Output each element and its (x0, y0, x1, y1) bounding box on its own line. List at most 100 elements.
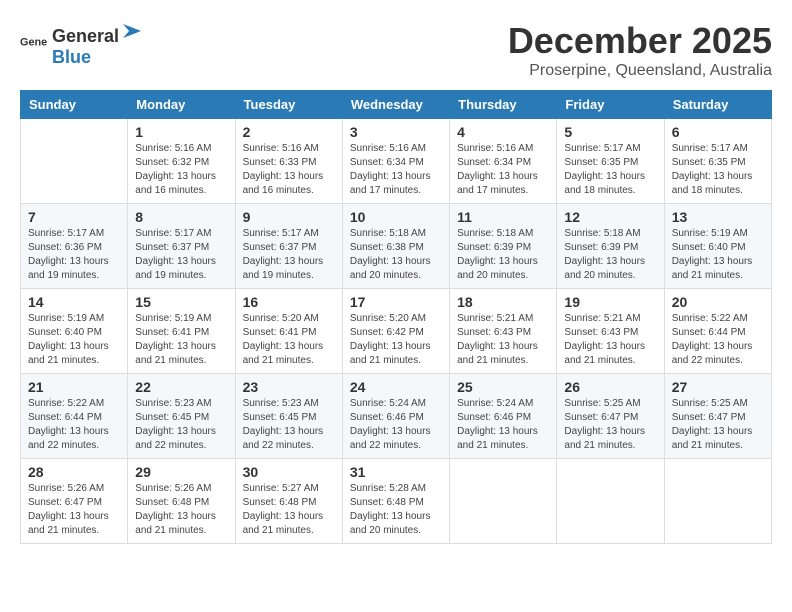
day-header-monday: Monday (128, 91, 235, 119)
day-number: 6 (672, 124, 764, 140)
day-info: Sunrise: 5:28 AMSunset: 6:48 PMDaylight:… (350, 482, 442, 538)
title-section: December 2025 Proserpine, Queensland, Au… (508, 20, 772, 80)
calendar-cell: 2 Sunrise: 5:16 AMSunset: 6:33 PMDaylight… (235, 119, 342, 204)
day-info: Sunrise: 5:27 AMSunset: 6:48 PMDaylight:… (243, 482, 335, 538)
day-number: 7 (28, 209, 120, 225)
day-info: Sunrise: 5:16 AMSunset: 6:34 PMDaylight:… (350, 142, 442, 198)
day-info: Sunrise: 5:17 AMSunset: 6:37 PMDaylight:… (135, 227, 227, 283)
calendar-cell: 20Sunrise: 5:22 AMSunset: 6:44 PMDayligh… (664, 289, 771, 374)
day-number: 22 (135, 379, 227, 395)
day-info: Sunrise: 5:16 AMSunset: 6:32 PMDaylight:… (135, 142, 227, 198)
day-header-thursday: Thursday (450, 91, 557, 119)
day-info: Sunrise: 5:22 AMSunset: 6:44 PMDaylight:… (672, 312, 764, 368)
calendar-cell: 25Sunrise: 5:24 AMSunset: 6:46 PMDayligh… (450, 374, 557, 459)
logo-blue: Blue (52, 47, 91, 67)
calendar-cell: 1 Sunrise: 5:16 AMSunset: 6:32 PMDaylight… (128, 119, 235, 204)
day-number: 31 (350, 464, 442, 480)
day-number: 10 (350, 209, 442, 225)
calendar-cell: 17 Sunrise: 5:20 AMSunset: 6:42 PMDayligh… (342, 289, 449, 374)
logo-general: General (52, 26, 119, 47)
page-header: General General Blue December 2025 Prose… (20, 20, 772, 80)
day-info: Sunrise: 5:21 AMSunset: 6:43 PMDaylight:… (564, 312, 656, 368)
day-header-tuesday: Tuesday (235, 91, 342, 119)
day-number: 8 (135, 209, 227, 225)
day-number: 11 (457, 209, 549, 225)
calendar-cell: 30 Sunrise: 5:27 AMSunset: 6:48 PMDayligh… (235, 459, 342, 544)
logo-icon: General (20, 30, 48, 58)
calendar-table: SundayMondayTuesdayWednesdayThursdayFrid… (20, 90, 772, 544)
calendar-cell: 26 Sunrise: 5:25 AMSunset: 6:47 PMDayligh… (557, 374, 664, 459)
calendar-cell: 5Sunrise: 5:17 AMSunset: 6:35 PMDaylight… (557, 119, 664, 204)
day-info: Sunrise: 5:20 AMSunset: 6:42 PMDaylight:… (350, 312, 442, 368)
day-number: 4 (457, 124, 549, 140)
day-number: 30 (243, 464, 335, 480)
day-info: Sunrise: 5:26 AMSunset: 6:47 PMDaylight:… (28, 482, 120, 538)
day-info: Sunrise: 5:18 AMSunset: 6:39 PMDaylight:… (564, 227, 656, 283)
calendar-cell: 6 Sunrise: 5:17 AMSunset: 6:35 PMDaylight… (664, 119, 771, 204)
week-row-2: 7 Sunrise: 5:17 AMSunset: 6:36 PMDaylight… (21, 204, 772, 289)
calendar-cell: 24Sunrise: 5:24 AMSunset: 6:46 PMDayligh… (342, 374, 449, 459)
week-row-5: 28 Sunrise: 5:26 AMSunset: 6:47 PMDayligh… (21, 459, 772, 544)
calendar-cell (450, 459, 557, 544)
day-number: 25 (457, 379, 549, 395)
day-number: 23 (243, 379, 335, 395)
day-info: Sunrise: 5:16 AMSunset: 6:33 PMDaylight:… (243, 142, 335, 198)
location-subtitle: Proserpine, Queensland, Australia (508, 62, 772, 80)
day-info: Sunrise: 5:22 AMSunset: 6:44 PMDaylight:… (28, 397, 120, 453)
calendar-cell: 22 Sunrise: 5:23 AMSunset: 6:45 PMDayligh… (128, 374, 235, 459)
calendar-cell: 10 Sunrise: 5:18 AMSunset: 6:38 PMDayligh… (342, 204, 449, 289)
week-row-3: 14Sunrise: 5:19 AMSunset: 6:40 PMDayligh… (21, 289, 772, 374)
day-number: 17 (350, 294, 442, 310)
calendar-cell: 15 Sunrise: 5:19 AMSunset: 6:41 PMDayligh… (128, 289, 235, 374)
day-info: Sunrise: 5:19 AMSunset: 6:40 PMDaylight:… (28, 312, 120, 368)
day-info: Sunrise: 5:17 AMSunset: 6:35 PMDaylight:… (672, 142, 764, 198)
svg-text:General: General (20, 37, 48, 49)
day-number: 15 (135, 294, 227, 310)
day-number: 16 (243, 294, 335, 310)
day-number: 18 (457, 294, 549, 310)
calendar-cell: 8 Sunrise: 5:17 AMSunset: 6:37 PMDaylight… (128, 204, 235, 289)
logo: General General Blue (20, 20, 143, 68)
day-number: 24 (350, 379, 442, 395)
calendar-cell: 3 Sunrise: 5:16 AMSunset: 6:34 PMDaylight… (342, 119, 449, 204)
calendar-cell: 27 Sunrise: 5:25 AMSunset: 6:47 PMDayligh… (664, 374, 771, 459)
day-header-sunday: Sunday (21, 91, 128, 119)
calendar-cell: 9 Sunrise: 5:17 AMSunset: 6:37 PMDaylight… (235, 204, 342, 289)
day-number: 1 (135, 124, 227, 140)
calendar-cell: 29Sunrise: 5:26 AMSunset: 6:48 PMDayligh… (128, 459, 235, 544)
day-info: Sunrise: 5:18 AMSunset: 6:38 PMDaylight:… (350, 227, 442, 283)
day-info: Sunrise: 5:16 AMSunset: 6:34 PMDaylight:… (457, 142, 549, 198)
day-info: Sunrise: 5:17 AMSunset: 6:37 PMDaylight:… (243, 227, 335, 283)
day-number: 2 (243, 124, 335, 140)
day-info: Sunrise: 5:17 AMSunset: 6:36 PMDaylight:… (28, 227, 120, 283)
day-info: Sunrise: 5:23 AMSunset: 6:45 PMDaylight:… (135, 397, 227, 453)
calendar-cell: 23Sunrise: 5:23 AMSunset: 6:45 PMDayligh… (235, 374, 342, 459)
calendar-cell (557, 459, 664, 544)
calendar-cell: 28 Sunrise: 5:26 AMSunset: 6:47 PMDayligh… (21, 459, 128, 544)
day-number: 5 (564, 124, 656, 140)
day-number: 27 (672, 379, 764, 395)
day-info: Sunrise: 5:25 AMSunset: 6:47 PMDaylight:… (672, 397, 764, 453)
calendar-cell (21, 119, 128, 204)
day-number: 13 (672, 209, 764, 225)
calendar-cell: 19Sunrise: 5:21 AMSunset: 6:43 PMDayligh… (557, 289, 664, 374)
day-number: 28 (28, 464, 120, 480)
calendar-cell: 11 Sunrise: 5:18 AMSunset: 6:39 PMDayligh… (450, 204, 557, 289)
day-info: Sunrise: 5:25 AMSunset: 6:47 PMDaylight:… (564, 397, 656, 453)
calendar-cell: 4 Sunrise: 5:16 AMSunset: 6:34 PMDaylight… (450, 119, 557, 204)
week-row-1: 1 Sunrise: 5:16 AMSunset: 6:32 PMDaylight… (21, 119, 772, 204)
day-header-saturday: Saturday (664, 91, 771, 119)
day-number: 21 (28, 379, 120, 395)
day-number: 9 (243, 209, 335, 225)
calendar-header-row: SundayMondayTuesdayWednesdayThursdayFrid… (21, 91, 772, 119)
day-number: 3 (350, 124, 442, 140)
calendar-cell: 12Sunrise: 5:18 AMSunset: 6:39 PMDayligh… (557, 204, 664, 289)
day-info: Sunrise: 5:26 AMSunset: 6:48 PMDaylight:… (135, 482, 227, 538)
day-info: Sunrise: 5:19 AMSunset: 6:40 PMDaylight:… (672, 227, 764, 283)
day-info: Sunrise: 5:19 AMSunset: 6:41 PMDaylight:… (135, 312, 227, 368)
calendar-cell (664, 459, 771, 544)
day-info: Sunrise: 5:18 AMSunset: 6:39 PMDaylight:… (457, 227, 549, 283)
week-row-4: 21 Sunrise: 5:22 AMSunset: 6:44 PMDayligh… (21, 374, 772, 459)
calendar-cell: 31 Sunrise: 5:28 AMSunset: 6:48 PMDayligh… (342, 459, 449, 544)
day-number: 26 (564, 379, 656, 395)
